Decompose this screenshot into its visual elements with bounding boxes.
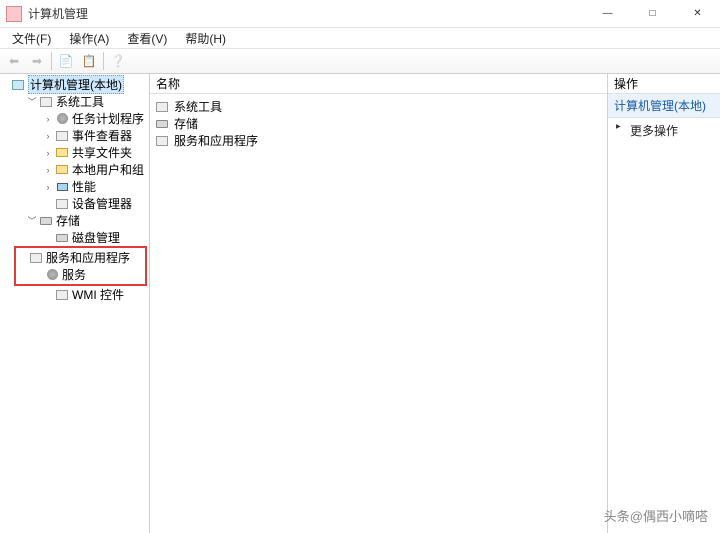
tree-label: 服务和应用程序 bbox=[46, 249, 130, 266]
tree-performance[interactable]: › 性能 bbox=[0, 178, 149, 195]
app-icon bbox=[6, 6, 22, 22]
tree-label: 本地用户和组 bbox=[72, 161, 144, 178]
services-apps-icon bbox=[28, 251, 44, 265]
tree-disk-management[interactable]: 磁盘管理 bbox=[0, 229, 149, 246]
tree-label: 设备管理器 bbox=[72, 195, 132, 212]
actions-pane: 操作 计算机管理(本地) 更多操作 bbox=[608, 74, 720, 533]
gear-icon bbox=[44, 268, 60, 282]
users-icon bbox=[54, 163, 70, 177]
expander-collapse-icon[interactable]: ﹀ bbox=[26, 214, 38, 227]
list-item[interactable]: 存储 bbox=[154, 115, 603, 132]
tree-label: 存储 bbox=[56, 212, 80, 229]
actions-more-label: 更多操作 bbox=[630, 124, 678, 138]
tree-root[interactable]: 计算机管理(本地) bbox=[0, 76, 149, 93]
tree-label: 系统工具 bbox=[56, 93, 104, 110]
disk-icon bbox=[54, 231, 70, 245]
tree-device-manager[interactable]: 设备管理器 bbox=[0, 195, 149, 212]
tree-root-label: 计算机管理(本地) bbox=[28, 75, 124, 94]
actions-context-title: 计算机管理(本地) bbox=[608, 94, 720, 118]
window-controls: — □ ✕ bbox=[585, 3, 720, 25]
expander-expand-icon[interactable]: › bbox=[42, 165, 54, 175]
nav-forward-button[interactable]: ➡ bbox=[26, 50, 48, 72]
list-pane: 名称 系统工具 存储 服务和应用程序 bbox=[150, 74, 608, 533]
list-item[interactable]: 服务和应用程序 bbox=[154, 132, 603, 149]
tree-services[interactable]: 服务 bbox=[16, 266, 145, 283]
menubar: 文件(F) 操作(A) 查看(V) 帮助(H) bbox=[0, 28, 720, 48]
list-item-label: 服务和应用程序 bbox=[174, 132, 258, 149]
tree-shared-folders[interactable]: › 共享文件夹 bbox=[0, 144, 149, 161]
toolbar-separator bbox=[51, 52, 52, 70]
expander-collapse-icon[interactable]: ﹀ bbox=[26, 95, 38, 108]
minimize-button[interactable]: — bbox=[585, 3, 630, 25]
actions-more[interactable]: 更多操作 bbox=[608, 118, 720, 143]
expander-expand-icon[interactable]: › bbox=[42, 148, 54, 158]
toolbar: ⬅ ➡ 📄 📋 ❔ bbox=[0, 48, 720, 74]
list-item-label: 系统工具 bbox=[174, 98, 222, 115]
services-apps-icon bbox=[154, 134, 170, 148]
menu-help[interactable]: 帮助(H) bbox=[179, 29, 232, 48]
device-icon bbox=[54, 197, 70, 211]
perf-icon bbox=[54, 180, 70, 194]
folder-icon bbox=[54, 146, 70, 160]
storage-icon bbox=[154, 117, 170, 131]
tree-services-apps[interactable]: 服务和应用程序 bbox=[16, 249, 145, 266]
list-column-header[interactable]: 名称 bbox=[150, 74, 607, 94]
window-title: 计算机管理 bbox=[28, 5, 585, 22]
tree-label: 任务计划程序 bbox=[72, 110, 144, 127]
list-item-label: 存储 bbox=[174, 115, 198, 132]
list-item[interactable]: 系统工具 bbox=[154, 98, 603, 115]
tree-storage[interactable]: ﹀ 存储 bbox=[0, 212, 149, 229]
menu-view[interactable]: 查看(V) bbox=[121, 29, 173, 48]
tree-label: 共享文件夹 bbox=[72, 144, 132, 161]
tree-label: 服务 bbox=[62, 266, 86, 283]
tree-event-viewer[interactable]: › 事件查看器 bbox=[0, 127, 149, 144]
menu-file[interactable]: 文件(F) bbox=[6, 29, 57, 48]
storage-icon bbox=[38, 214, 54, 228]
clock-icon bbox=[54, 112, 70, 126]
watermark: 头条@偶西小嘀嗒 bbox=[604, 506, 708, 525]
menu-action[interactable]: 操作(A) bbox=[63, 29, 115, 48]
computer-icon bbox=[10, 78, 26, 92]
tree-wmi[interactable]: WMI 控件 bbox=[0, 286, 149, 303]
tree-label: 磁盘管理 bbox=[72, 229, 120, 246]
expander-expand-icon[interactable]: › bbox=[42, 131, 54, 141]
event-icon bbox=[54, 129, 70, 143]
toolbar-separator bbox=[103, 52, 104, 70]
column-name-label: 名称 bbox=[156, 75, 180, 92]
help-button[interactable]: ❔ bbox=[107, 50, 129, 72]
tree-label: 性能 bbox=[72, 178, 96, 195]
expander-expand-icon[interactable]: › bbox=[42, 182, 54, 192]
tree-label: 事件查看器 bbox=[72, 127, 132, 144]
main-area: 计算机管理(本地) ﹀ 系统工具 › 任务计划程序 › 事件查看器 › 共享文件… bbox=[0, 74, 720, 533]
wmi-icon bbox=[54, 288, 70, 302]
tools-icon bbox=[154, 100, 170, 114]
close-button[interactable]: ✕ bbox=[675, 3, 720, 25]
actions-header: 操作 bbox=[608, 74, 720, 94]
properties-button[interactable]: 📋 bbox=[78, 50, 100, 72]
tree-pane: 计算机管理(本地) ﹀ 系统工具 › 任务计划程序 › 事件查看器 › 共享文件… bbox=[0, 74, 150, 533]
expander-expand-icon[interactable]: › bbox=[42, 114, 54, 124]
list-body: 系统工具 存储 服务和应用程序 bbox=[150, 94, 607, 153]
tools-icon bbox=[38, 95, 54, 109]
up-button[interactable]: 📄 bbox=[55, 50, 77, 72]
titlebar: 计算机管理 — □ ✕ bbox=[0, 0, 720, 28]
nav-back-button[interactable]: ⬅ bbox=[3, 50, 25, 72]
maximize-button[interactable]: □ bbox=[630, 3, 675, 25]
tree-local-users[interactable]: › 本地用户和组 bbox=[0, 161, 149, 178]
tree-task-scheduler[interactable]: › 任务计划程序 bbox=[0, 110, 149, 127]
highlight-annotation: 服务和应用程序 服务 bbox=[14, 246, 147, 286]
tree-system-tools[interactable]: ﹀ 系统工具 bbox=[0, 93, 149, 110]
tree-label: WMI 控件 bbox=[72, 286, 124, 303]
